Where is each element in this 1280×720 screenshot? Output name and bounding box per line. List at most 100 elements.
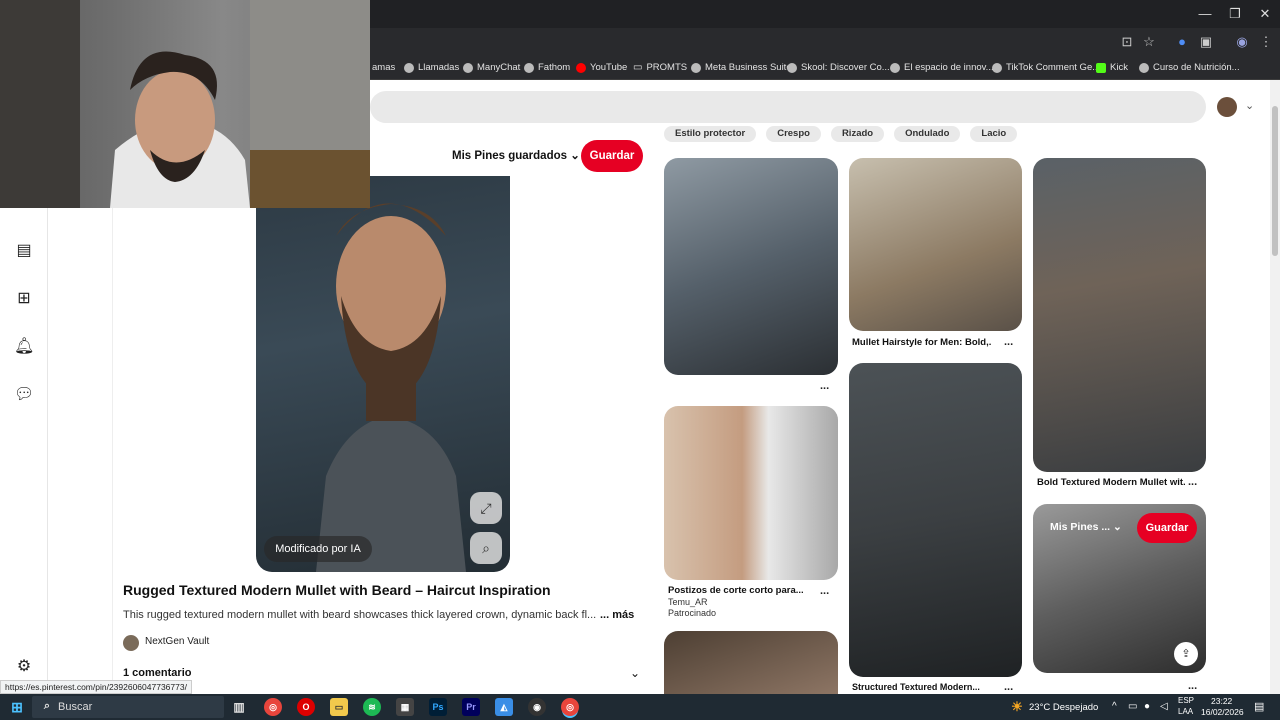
avatar[interactable]	[1217, 97, 1237, 117]
install-app-icon[interactable]: ⊡	[1119, 34, 1135, 50]
pin-tile-textured-cut[interactable]	[664, 631, 838, 694]
language-line2[interactable]: LAA	[1178, 707, 1193, 716]
bookmark-meta[interactable]: Meta Business Suite	[691, 62, 792, 73]
chevron-down-icon[interactable]: ⌄	[630, 666, 640, 680]
expand-icon[interactable]: ⤢	[470, 492, 502, 524]
comments-count[interactable]: 1 comentario	[123, 667, 191, 679]
premiere-icon[interactable]: Pr	[462, 698, 480, 716]
kick-icon	[1096, 62, 1106, 73]
globe-icon	[787, 62, 797, 73]
volume-icon[interactable]: ◁	[1160, 701, 1168, 712]
settings-gear-icon[interactable]: ⚙	[14, 657, 34, 677]
bookmark-fathom[interactable]: Fathom	[524, 62, 570, 73]
network-icon[interactable]: ▭	[1128, 701, 1137, 712]
extension-icon[interactable]: ●	[1174, 34, 1190, 50]
pin-tile-bold-mullet[interactable]	[1033, 158, 1206, 472]
pin-title: Rugged Textured Modern Mullet with Beard…	[123, 582, 551, 598]
calculator-icon[interactable]: ▦	[396, 698, 414, 716]
bookmark-promts[interactable]: ▭ PROMTS	[633, 62, 687, 73]
bookmark-kick[interactable]: Kick	[1096, 62, 1128, 73]
notifications-icon[interactable]: ▤	[1254, 700, 1264, 713]
photos-icon[interactable]: ◭	[495, 698, 513, 716]
chrome-icon[interactable]: ◎	[264, 698, 282, 716]
weather-icon[interactable]: ☀	[1008, 698, 1026, 716]
filter-chips: Estilo protector Crespo Rizado Ondulado …	[664, 126, 1018, 142]
opera-icon[interactable]: O	[297, 698, 315, 716]
more-options-icon[interactable]: ...	[1188, 680, 1197, 692]
bookmark-manychat[interactable]: ManyChat	[463, 62, 520, 73]
profile-icon[interactable]: ◉	[1234, 34, 1250, 50]
more-options-icon[interactable]: ...	[820, 380, 829, 392]
chip-lacio[interactable]: Lacio	[970, 126, 1018, 142]
chip-crespo[interactable]: Crespo	[766, 126, 821, 142]
language-line1[interactable]: ESP	[1178, 696, 1194, 705]
create-icon[interactable]: ⊞	[14, 289, 34, 309]
hover-save-button[interactable]: Guardar	[1137, 513, 1197, 543]
more-link[interactable]: ... más	[600, 609, 634, 621]
advertiser-name[interactable]: Temu_AR	[668, 597, 708, 607]
tile-caption[interactable]: Structured Textured Modern...	[852, 682, 992, 692]
youtube-icon	[576, 62, 586, 73]
save-button[interactable]: Guardar	[581, 140, 643, 172]
chip-ondulado[interactable]: Ondulado	[894, 126, 961, 142]
restore-icon[interactable]: ❐	[1220, 4, 1250, 24]
tile-caption[interactable]: Postizos de corte corto para...	[668, 585, 808, 596]
chip-rizado[interactable]: Rizado	[830, 126, 885, 142]
search-input[interactable]	[370, 91, 1206, 123]
pin-tile-hair-system-ad[interactable]	[664, 406, 838, 580]
visual-search-icon[interactable]: ⌕	[470, 532, 502, 564]
bookmark-nutricion[interactable]: Curso de Nutrición...	[1139, 62, 1240, 73]
file-explorer-icon[interactable]: ▭	[330, 698, 348, 716]
clock-time[interactable]: 23:22	[1211, 696, 1232, 706]
weather-text[interactable]: 23°C Despejado	[1029, 702, 1098, 713]
bookmark-llamadas[interactable]: Llamadas	[404, 62, 459, 73]
pin-tile-gym-selfie[interactable]	[664, 158, 838, 375]
board-select[interactable]: Mis Pines guardados ⌄	[452, 148, 580, 162]
hover-board-select[interactable]: Mis Pines ... ⌄	[1050, 521, 1122, 533]
more-options-icon[interactable]: ...	[820, 585, 829, 597]
spotify-icon[interactable]: ≋	[363, 698, 381, 716]
more-options-icon[interactable]: ...	[1188, 476, 1197, 488]
webcam-overlay	[0, 0, 370, 208]
scrollbar-thumb[interactable]	[1272, 106, 1278, 256]
bookmark-skool[interactable]: Skool: Discover Co...	[787, 62, 890, 73]
screen: — ❐ ✕ ⊡ ☆ ● ▣ ◉ ⋮ amas Llamadas ManyChat…	[0, 0, 1280, 720]
tile-caption[interactable]: Bold Textured Modern Mullet wit...	[1037, 477, 1185, 488]
browser-menu-icon[interactable]: ⋮	[1258, 34, 1274, 50]
windows-start-icon[interactable]: ⊞	[8, 698, 26, 716]
chip-estilo-protector[interactable]: Estilo protector	[664, 126, 757, 142]
search-icon: ⌕	[43, 700, 51, 712]
creator-name[interactable]: NextGen Vault	[145, 636, 209, 647]
photoshop-icon[interactable]: Ps	[429, 698, 447, 716]
notifications-bell-icon[interactable]: 🔔︎	[14, 337, 34, 357]
extensions-puzzle-icon[interactable]: ▣	[1198, 34, 1214, 50]
messages-icon[interactable]: 💬︎	[14, 385, 34, 405]
tray-chevron-icon[interactable]: ^	[1112, 701, 1117, 712]
minimize-icon[interactable]: —	[1190, 4, 1220, 24]
pin-tile-structured-mullet[interactable]	[849, 363, 1022, 677]
bookmark-star-icon[interactable]: ☆	[1141, 34, 1157, 50]
creator-avatar[interactable]	[123, 635, 139, 651]
more-options-icon[interactable]: ...	[1004, 681, 1013, 693]
tile-caption[interactable]: Mullet Hairstyle for Men: Bold,...	[852, 337, 992, 348]
bookmark-youtube[interactable]: YouTube	[576, 62, 627, 73]
taskbar-search[interactable]: Buscar	[32, 696, 224, 718]
webcam-feed	[0, 0, 370, 208]
chrome-active-icon[interactable]: ◎	[561, 698, 579, 716]
bookmark-tiktok[interactable]: TikTok Comment Ge...	[992, 62, 1100, 73]
bookmark-partial[interactable]: amas	[372, 62, 395, 73]
boards-icon[interactable]: ▤	[14, 241, 34, 261]
chevron-down-icon[interactable]: ⌄	[1245, 99, 1254, 112]
sponsored-label: Patrocinado	[668, 608, 717, 618]
microphone-icon[interactable]: ●	[1144, 701, 1150, 712]
clock-date[interactable]: 16/02/2026	[1201, 707, 1244, 717]
more-options-icon[interactable]: ...	[1004, 336, 1013, 348]
pin-tile-mullet-back[interactable]	[849, 158, 1022, 331]
globe-icon	[1139, 62, 1149, 73]
bookmark-espacio[interactable]: El espacio de innov...	[890, 62, 994, 73]
obs-icon[interactable]: ◉	[528, 698, 546, 716]
share-icon[interactable]: ⇪	[1174, 642, 1198, 666]
globe-icon	[890, 62, 900, 73]
close-window-icon[interactable]: ✕	[1250, 4, 1280, 24]
task-view-icon[interactable]: ▥	[230, 698, 248, 716]
